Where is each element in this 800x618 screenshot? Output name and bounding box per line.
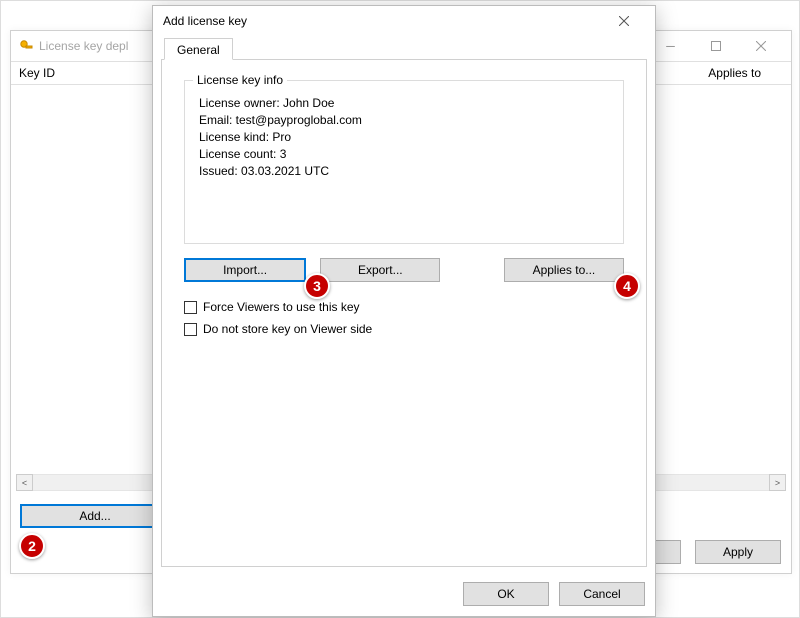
badge-4: 4 bbox=[614, 273, 640, 299]
apply-button[interactable]: Apply bbox=[695, 540, 781, 564]
applies-to-button[interactable]: Applies to... bbox=[504, 258, 624, 282]
cancel-button[interactable]: Cancel bbox=[559, 582, 645, 606]
license-info-group: License key info License owner: John Doe… bbox=[184, 80, 624, 244]
license-issued: Issued: 03.03.2021 UTC bbox=[199, 163, 362, 180]
badge-3: 3 bbox=[304, 273, 330, 299]
tab-general[interactable]: General bbox=[164, 38, 233, 60]
license-info-legend: License key info bbox=[193, 73, 287, 87]
license-owner: License owner: John Doe bbox=[199, 95, 362, 112]
add-license-dialog: Add license key General License key info… bbox=[152, 5, 656, 617]
col-appliesto[interactable]: Applies to bbox=[708, 66, 791, 80]
maximize-button[interactable] bbox=[693, 32, 738, 60]
import-button[interactable]: Import... bbox=[184, 258, 306, 282]
scroll-right-button[interactable]: > bbox=[769, 474, 786, 491]
ok-button[interactable]: OK bbox=[463, 582, 549, 606]
force-viewers-checkbox[interactable] bbox=[184, 301, 197, 314]
dialog-panel: License key info License owner: John Doe… bbox=[161, 59, 647, 567]
close-button[interactable] bbox=[738, 32, 783, 60]
dialog-title: Add license key bbox=[163, 14, 247, 28]
key-icon bbox=[19, 39, 33, 53]
no-store-label: Do not store key on Viewer side bbox=[203, 322, 372, 336]
col-keyid[interactable]: Key ID bbox=[19, 66, 115, 80]
badge-2: 2 bbox=[19, 533, 45, 559]
scroll-left-button[interactable]: < bbox=[16, 474, 33, 491]
add-button[interactable]: Add... bbox=[20, 504, 170, 528]
force-viewers-label: Force Viewers to use this key bbox=[203, 300, 360, 314]
dialog-titlebar: Add license key bbox=[153, 6, 655, 36]
license-email: Email: test@payproglobal.com bbox=[199, 112, 362, 129]
background-title: License key depl bbox=[39, 39, 128, 53]
dialog-close-button[interactable] bbox=[603, 7, 645, 35]
license-info-text: License owner: John Doe Email: test@payp… bbox=[199, 95, 362, 180]
export-button[interactable]: Export... bbox=[320, 258, 440, 282]
license-count: License count: 3 bbox=[199, 146, 362, 163]
no-store-checkbox[interactable] bbox=[184, 323, 197, 336]
license-kind: License kind: Pro bbox=[199, 129, 362, 146]
